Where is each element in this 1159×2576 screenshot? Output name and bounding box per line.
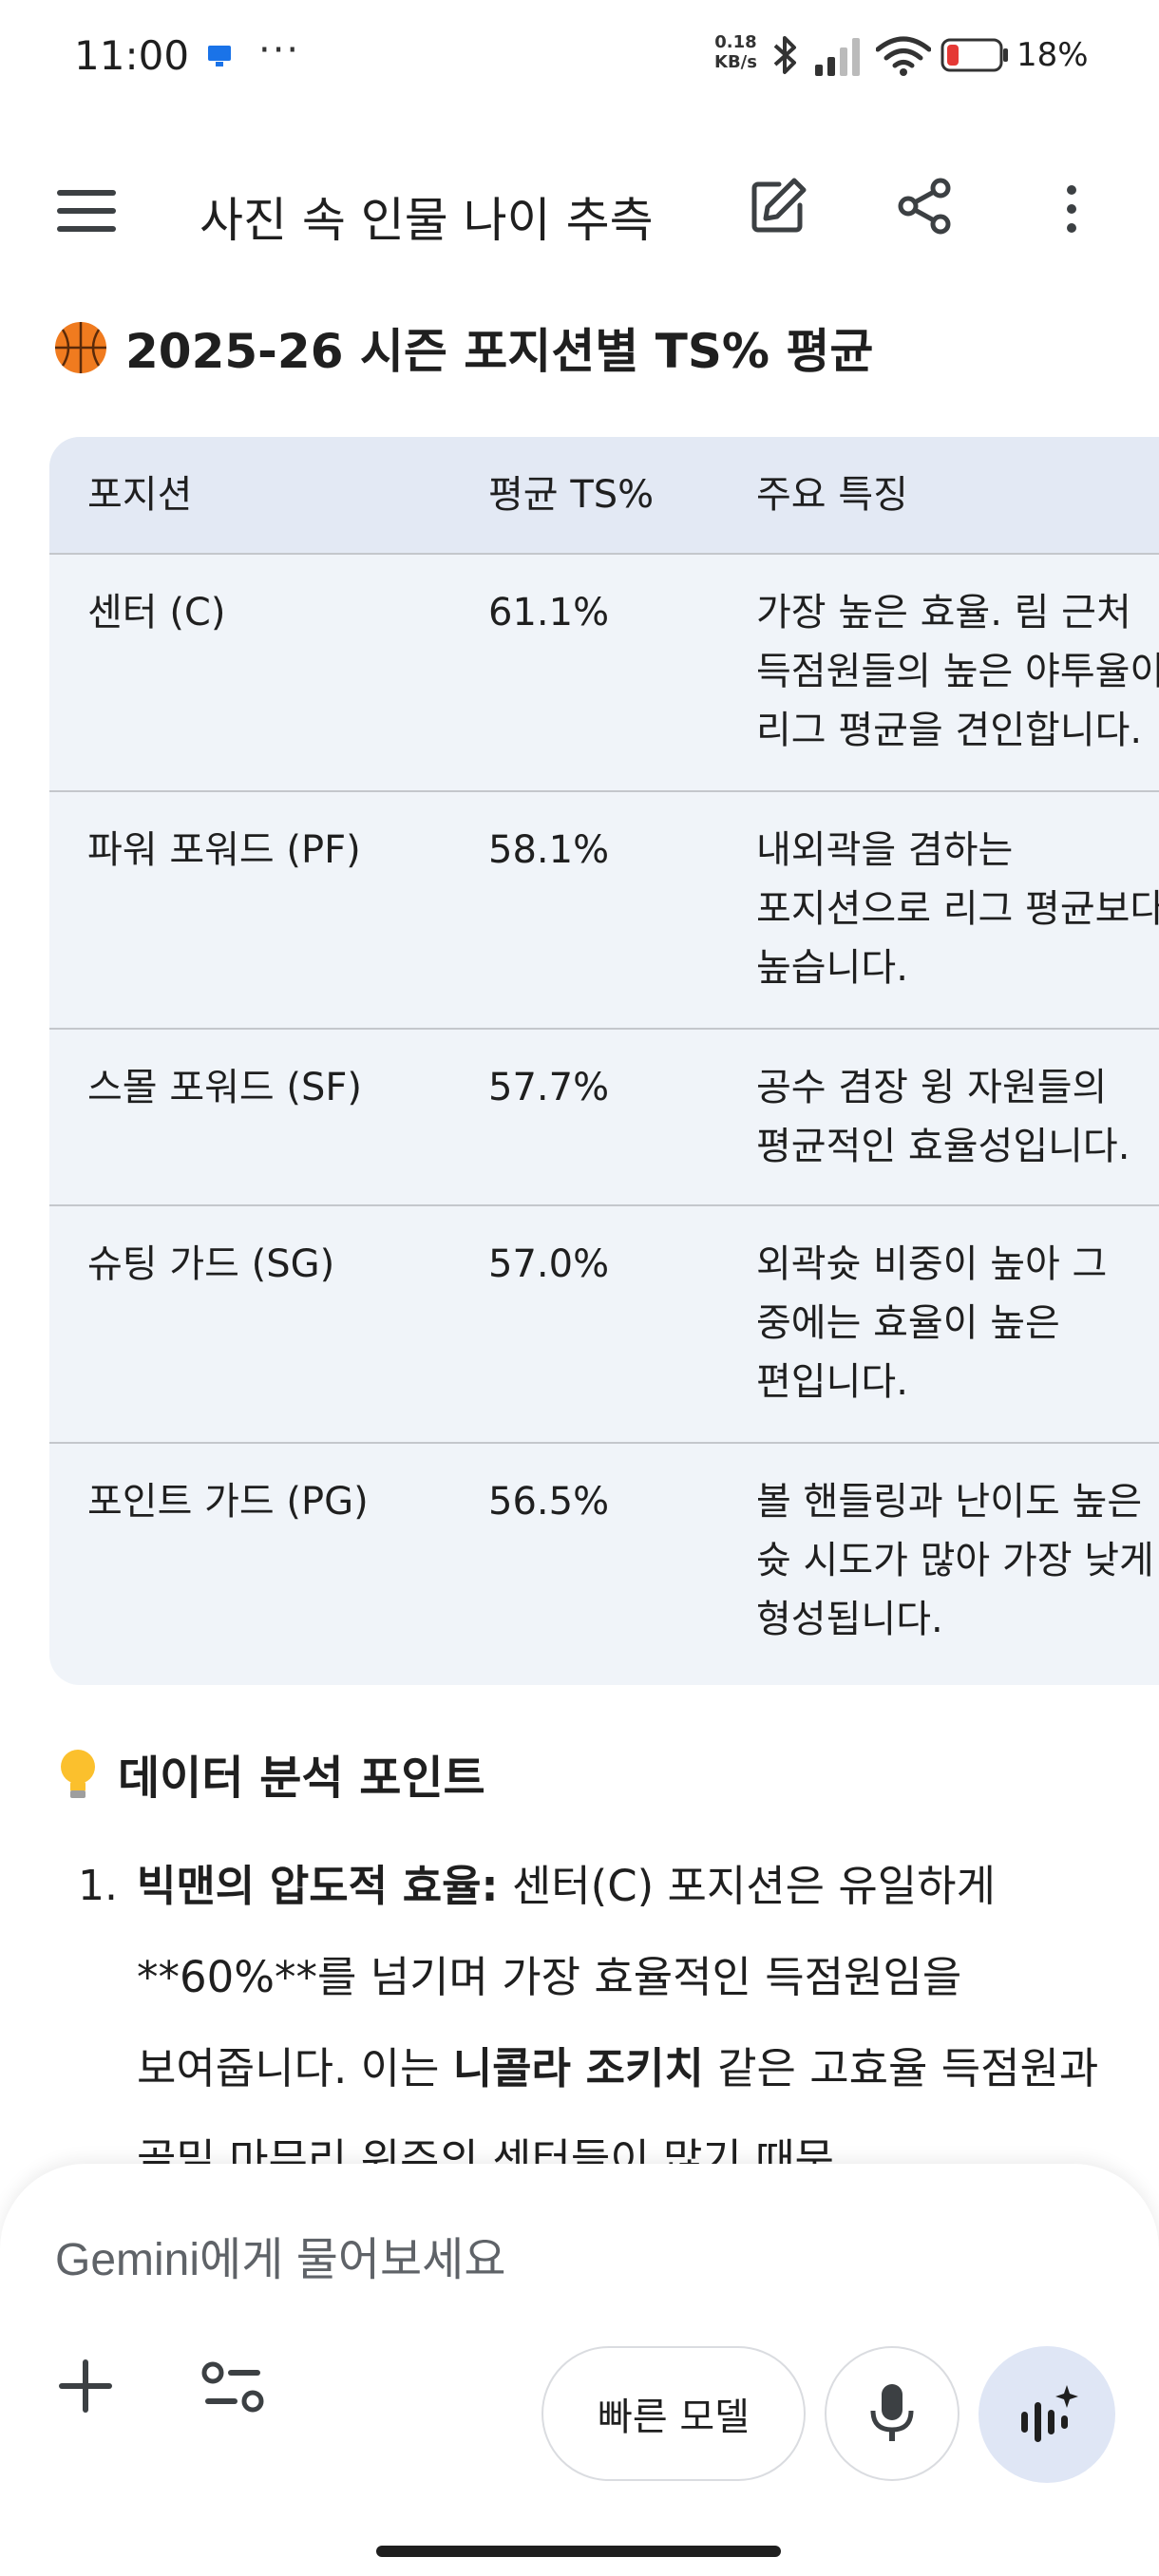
network-speed-unit: KB/s — [714, 52, 757, 72]
cell-position: 포인트 가드 (PG) — [87, 1480, 369, 1524]
cell-position: 슈팅 가드 (SG) — [87, 1242, 335, 1286]
model-selector-button[interactable]: 빠른 모델 — [542, 2346, 806, 2481]
cell-ts: 57.0% — [488, 1242, 610, 1286]
live-button[interactable] — [978, 2346, 1115, 2483]
lightbulb-icon — [61, 1750, 95, 1798]
cell-ts: 58.1% — [488, 828, 610, 872]
edit-icon[interactable] — [747, 175, 809, 237]
battery-percent: 18% — [1016, 36, 1089, 74]
table-row: 포인트 가드 (PG) 56.5% 볼 핸들링과 난이도 높은 슛 시도가 많아… — [49, 1442, 1159, 1685]
cell-ts: 61.1% — [488, 591, 610, 635]
more-vert-icon[interactable] — [1053, 179, 1091, 239]
cell-position: 스몰 포워드 (SF) — [87, 1066, 363, 1109]
analysis-title: 데이터 분석 포인트 — [118, 1752, 485, 1805]
signal-icon — [815, 38, 860, 76]
mic-button[interactable] — [825, 2346, 960, 2481]
status-bar: 11:00 ··· 0.18 KB/s 18% — [0, 0, 1159, 114]
ts-table[interactable]: 포지션 평균 TS% 주요 특징 센터 (C) 61.1% 가장 높은 효율. … — [49, 437, 1159, 1685]
point-bold-title: 빅맨의 압도적 효율: — [137, 1861, 499, 1911]
column-header-feature: 주요 특징 — [756, 473, 908, 517]
cell-feature: 가장 높은 효율. 림 근처 득점원들의 높은 야투율이 리그 평균을 견인합니… — [756, 591, 1159, 752]
gemini-chat-screen: 11:00 ··· 0.18 KB/s 18% 사진 속 인물 나이 추측 20… — [0, 0, 1159, 2576]
section-heading: 2025-26 시즌 포지션별 TS% 평균 — [53, 313, 873, 382]
tools-icon[interactable] — [200, 2354, 266, 2420]
cell-feature: 외곽슛 비중이 높아 그 중에는 효율이 높은 편입니다. — [756, 1242, 1108, 1404]
point-text: 빅맨의 압도적 효율: 센터(C) 포지션은 유일하게 **60%**를 넘기며… — [137, 1841, 1159, 2206]
app-notification-icon — [208, 46, 231, 66]
table-row: 슈팅 가드 (SG) 57.0% 외곽슛 비중이 높아 그 중에는 효율이 높은… — [49, 1204, 1159, 1442]
live-audio-icon — [1021, 2385, 1078, 2442]
prompt-composer: 빠른 모델 — [0, 2164, 1159, 2576]
column-header-position: 포지션 — [87, 473, 193, 517]
menu-icon[interactable] — [53, 184, 120, 237]
table-row: 파워 포워드 (PF) 58.1% 내외곽을 겸하는 포지션으로 리그 평균보다… — [49, 790, 1159, 1028]
plus-icon[interactable] — [55, 2356, 116, 2416]
cell-feature: 공수 겸장 윙 자원들의 평균적인 효율성입니다. — [756, 1066, 1130, 1168]
point-number: 1. — [78, 1862, 118, 1910]
wifi-icon — [876, 36, 931, 76]
network-speed-value: 0.18 — [714, 32, 757, 52]
cell-position: 파워 포워드 (PF) — [87, 828, 361, 872]
mic-icon — [870, 2384, 914, 2441]
cell-position: 센터 (C) — [87, 591, 226, 635]
table-row: 센터 (C) 61.1% 가장 높은 효율. 림 근처 득점원들의 높은 야투율… — [49, 553, 1159, 790]
cell-ts: 57.7% — [488, 1066, 610, 1109]
column-header-ts: 평균 TS% — [488, 473, 655, 517]
analysis-heading: 데이터 분석 포인트 — [53, 1740, 485, 1807]
share-icon[interactable] — [893, 175, 956, 237]
top-app-bar: 사진 속 인물 나이 추측 — [0, 142, 1159, 275]
prompt-input[interactable] — [55, 2234, 910, 2286]
section-title: 2025-26 시즌 포지션별 TS% 평균 — [125, 324, 874, 379]
home-indicator[interactable] — [376, 2546, 781, 2557]
status-time: 11:00 — [74, 32, 190, 79]
table-row: 스몰 포워드 (SF) 57.7% 공수 겸장 윙 자원들의 평균적인 효율성입… — [49, 1028, 1159, 1204]
cell-feature: 내외곽을 겸하는 포지션으로 리그 평균보다 높습니다. — [756, 828, 1159, 990]
basketball-icon — [55, 322, 106, 373]
table-header-row: 포지션 평균 TS% 주요 특징 — [49, 437, 1159, 553]
point-bold-name: 니콜라 조키치 — [452, 2043, 704, 2093]
network-speed: 0.18 KB/s — [714, 32, 757, 72]
status-more-dots: ··· — [258, 28, 301, 72]
battery-icon — [940, 38, 1008, 72]
cell-feature: 볼 핸들링과 난이도 높은 슛 시도가 많아 가장 낮게 형성됩니다. — [756, 1480, 1154, 1641]
bluetooth-icon — [773, 36, 796, 74]
cell-ts: 56.5% — [488, 1480, 610, 1524]
chat-title[interactable]: 사진 속 인물 나이 추측 — [200, 182, 654, 251]
